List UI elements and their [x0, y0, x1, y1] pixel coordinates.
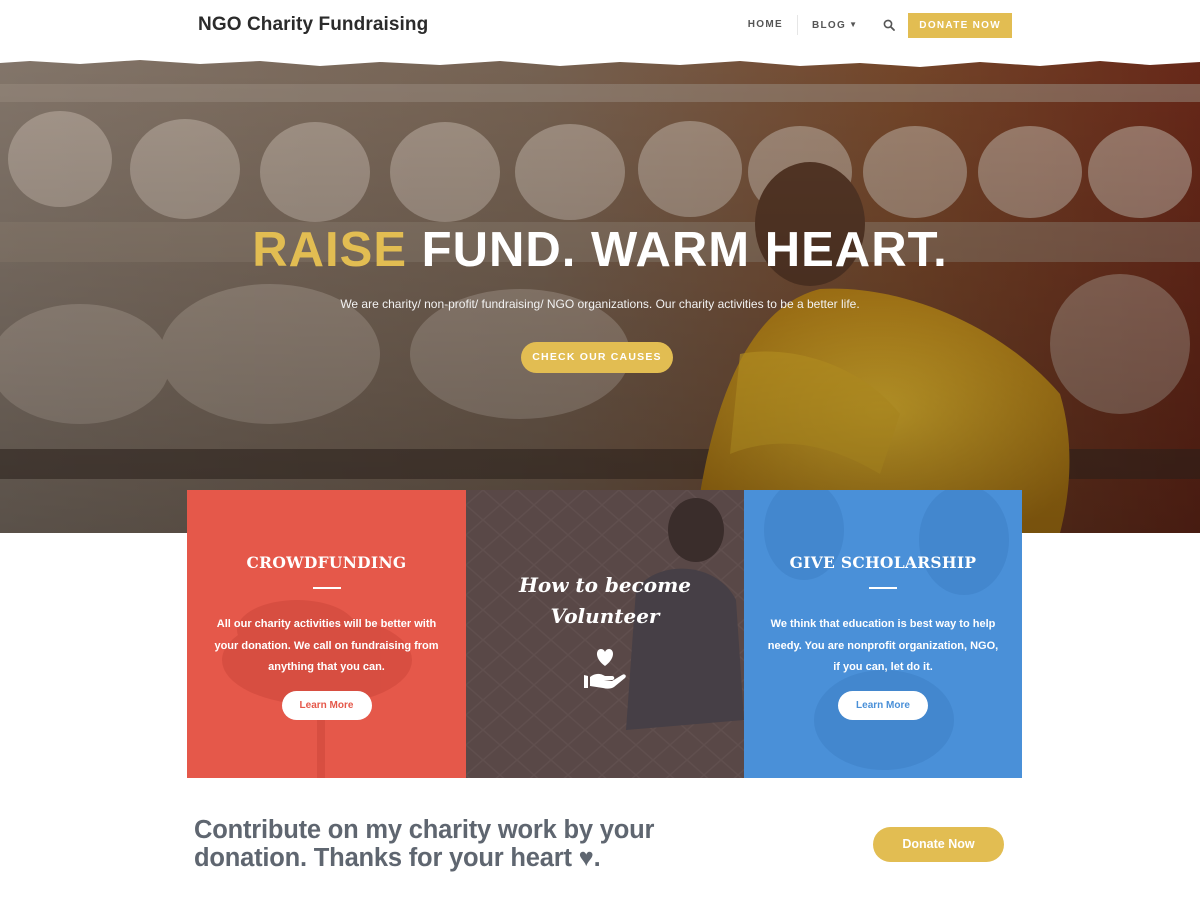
hero-section: RAISE FUND. WARM HEART. We are charity/ … — [0, 54, 1200, 533]
crowdfunding-title: CROWDFUNDING — [246, 553, 407, 572]
cta-line1: Contribute on my charity work by your — [194, 816, 655, 844]
cta-line2: donation. Thanks for your heart ♥. — [194, 844, 601, 872]
give-scholarship-title: GIVE SCHOLARSHIP — [789, 553, 977, 572]
chevron-down-icon: ▼ — [849, 19, 859, 29]
scholarship-learn-more-button[interactable]: Learn More — [838, 691, 928, 720]
title-divider — [869, 587, 897, 589]
site-header: NGO Charity Fundraising HOME BLOG ▼ DONAT… — [0, 0, 1200, 56]
crowdfunding-card: CROWDFUNDING All our charity activities … — [187, 490, 466, 778]
donate-now-button[interactable]: DONATE NOW — [908, 12, 1012, 38]
crowdfunding-text: All our charity activities will be bette… — [214, 618, 439, 673]
volunteer-card[interactable]: How to become Volunteer — [466, 490, 744, 778]
hand-heart-icon — [584, 649, 626, 689]
hero-background-image — [0, 54, 1200, 533]
search-icon[interactable] — [876, 12, 902, 38]
volunteer-title: How to become Volunteer — [466, 570, 744, 632]
crowdfunding-learn-more-button[interactable]: Learn More — [281, 691, 372, 720]
give-scholarship-text: We think that education is best way to h… — [767, 618, 999, 673]
nav-home[interactable]: HOME — [734, 12, 797, 38]
give-scholarship-card: GIVE SCHOLARSHIP We think that education… — [744, 490, 1022, 778]
volunteer-title-line2: Volunteer — [550, 604, 660, 628]
hero-subtitle: We are charity/ non-profit/ fundraising/… — [340, 297, 860, 311]
hero-title: RAISE FUND. WARM HEART. — [0, 222, 1200, 278]
nav-blog-label: BLOG — [811, 19, 847, 31]
main-nav: HOME BLOG ▼ DONATE NOW — [734, 12, 1012, 38]
hero-title-accent: RAISE — [252, 223, 408, 277]
hero-title-rest: FUND. WARM HEART. — [421, 223, 948, 277]
feature-boxes: CROWDFUNDING All our charity activities … — [187, 490, 1022, 778]
cta-donate-now-button[interactable]: Donate Now — [873, 827, 1004, 862]
volunteer-background-image — [466, 490, 744, 778]
check-our-causes-button[interactable]: CHECK OUR CAUSES — [521, 342, 673, 373]
cta-text: Contribute on my charity work by your do… — [194, 816, 754, 872]
site-logo[interactable]: NGO Charity Fundraising — [198, 14, 428, 36]
nav-blog[interactable]: BLOG ▼ — [798, 12, 872, 39]
title-divider — [312, 587, 341, 589]
volunteer-title-line1: How to become — [518, 573, 692, 597]
